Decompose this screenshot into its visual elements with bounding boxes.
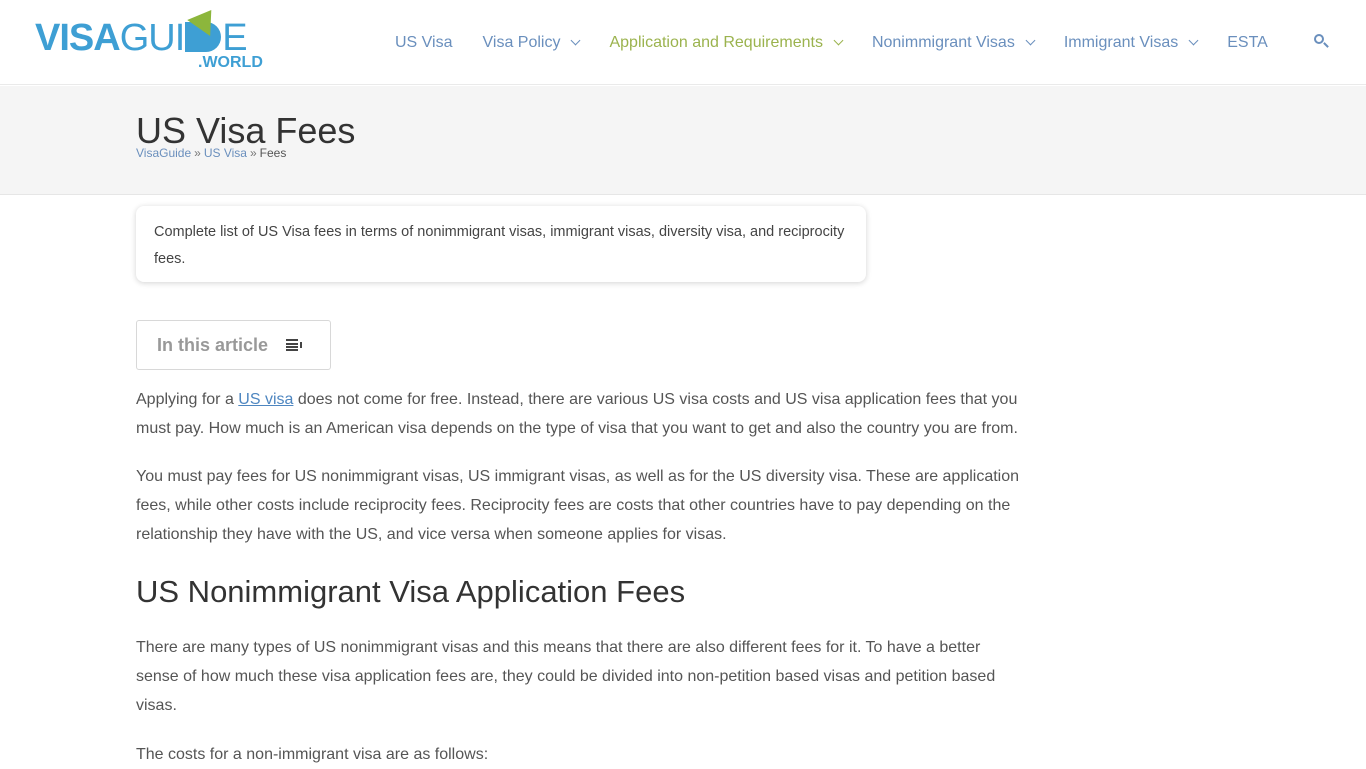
main-nav: US Visa Visa Policy Application and Requ… [380, 0, 1283, 85]
logo-visa-text: VISA [35, 17, 121, 59]
article-paragraph: There are many types of US nonimmigrant … [136, 639, 996, 714]
paragraph-text: Applying for a [136, 391, 239, 408]
us-visa-link[interactable]: US visa [238, 391, 293, 408]
nav-item-application-and-requirements[interactable]: Application and Requirements [594, 34, 856, 52]
site-logo[interactable]: VISAGUI E .WORLD [35, 1, 280, 72]
nav-item-visa-policy[interactable]: Visa Policy [468, 34, 595, 52]
toc-label: In this article [157, 334, 269, 355]
site-header: VISAGUI E .WORLD US Visa Visa Policy Appl… [0, 0, 1366, 85]
chevron-down-icon [1025, 35, 1036, 46]
logo-gui-text: GUI [119, 17, 186, 59]
table-of-contents-toggle[interactable]: In this article [136, 320, 331, 370]
breadcrumb-link-visaguide[interactable]: VisaGuide [136, 146, 191, 160]
breadcrumb-current: Fees [259, 146, 287, 160]
breadcrumb-separator: » [194, 146, 201, 160]
nav-item-label: Immigrant Visas [1063, 33, 1179, 51]
section-heading: US Nonimmigrant Visa Application Fees [136, 574, 686, 609]
breadcrumb: VisaGuide» US Visa» Fees [136, 146, 286, 160]
list-toggle-icon [286, 339, 303, 351]
article-paragraph: You must pay fees for US nonimmigrant vi… [136, 468, 1020, 543]
breadcrumb-link-us-visa[interactable]: US Visa [204, 146, 247, 160]
logo-world-text: .WORLD [198, 54, 263, 71]
nav-item-immigrant-visas[interactable]: Immigrant Visas [1049, 34, 1212, 52]
article-paragraph: Applying for a US visa does not come for… [136, 385, 1026, 443]
nav-item-esta[interactable]: ESTA [1212, 34, 1283, 52]
article-paragraph: The costs for a non-immigrant visa are a… [136, 746, 489, 763]
chevron-down-icon [833, 35, 844, 46]
breadcrumb-separator: » [249, 146, 257, 160]
nav-item-label: ESTA [1227, 33, 1268, 51]
logo-e-text: E [222, 17, 247, 59]
search-button[interactable] [1313, 33, 1331, 51]
article-summary: Complete list of US Visa fees in terms o… [136, 206, 866, 282]
nav-item-label: Application and Requirements [609, 33, 823, 51]
page-title-band: US Visa Fees VisaGuide» US Visa» Fees [0, 86, 1366, 195]
nav-item-label: Visa Policy [482, 33, 561, 51]
chevron-down-icon [1188, 35, 1199, 46]
logo-wordmark: VISAGUI E [35, 1, 248, 59]
logo-d-shape [185, 1, 224, 52]
nav-item-label: Nonimmigrant Visas [871, 33, 1015, 51]
nav-item-nonimmigrant-visas[interactable]: Nonimmigrant Visas [857, 34, 1049, 52]
nav-item-us-visa[interactable]: US Visa [380, 34, 468, 52]
paper-plane-icon [187, 1, 224, 37]
nav-item-label: US Visa [395, 33, 453, 51]
chevron-down-icon [571, 35, 581, 46]
search-icon-handle [1323, 42, 1329, 48]
